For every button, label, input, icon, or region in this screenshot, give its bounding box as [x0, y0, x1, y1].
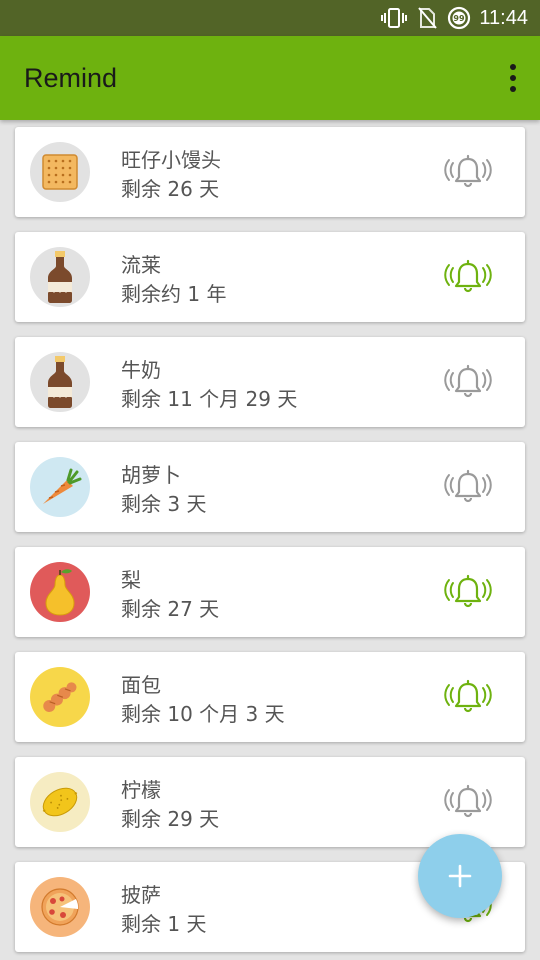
food-avatar	[30, 352, 90, 412]
list-item[interactable]: 牛奶剩余 11 个月 29 天	[15, 337, 525, 427]
carrot-icon	[43, 468, 82, 504]
list-item[interactable]: 面包剩余 10 个月 3 天	[15, 652, 525, 742]
pear-icon	[45, 569, 75, 616]
plus-icon	[448, 864, 472, 888]
list-item[interactable]: 梨剩余 27 天	[15, 547, 525, 637]
food-avatar	[30, 877, 90, 937]
item-remaining: 剩余 11 个月 29 天	[121, 387, 298, 411]
status-time: 11:44	[479, 6, 528, 29]
food-avatar	[30, 457, 90, 517]
item-remaining: 剩余约 1 年	[121, 282, 227, 306]
add-item-button[interactable]	[418, 834, 502, 918]
food-avatar	[30, 562, 90, 622]
food-avatar	[30, 772, 90, 832]
list-item[interactable]: 柠檬剩余 29 天	[15, 757, 525, 847]
vibrate-icon	[381, 7, 408, 29]
no-sim-icon	[417, 7, 438, 29]
item-remaining: 剩余 26 天	[121, 177, 220, 201]
item-remaining: 剩余 27 天	[121, 597, 220, 621]
food-avatar	[30, 667, 90, 727]
pizza-icon	[41, 888, 79, 926]
item-remaining: 剩余 3 天	[121, 492, 207, 516]
bell-ringing-icon[interactable]	[443, 678, 493, 716]
item-remaining: 剩余 29 天	[121, 807, 220, 831]
lemon-icon	[42, 787, 78, 817]
item-name: 披萨	[121, 883, 161, 907]
bell-icon[interactable]	[443, 363, 493, 401]
bell-ringing-icon[interactable]	[443, 258, 493, 296]
item-name: 牛奶	[121, 358, 161, 382]
item-name: 流莱	[121, 253, 161, 277]
bread-icon	[43, 682, 77, 712]
item-name: 面包	[121, 673, 161, 697]
item-remaining: 剩余 10 个月 3 天	[121, 702, 285, 726]
item-remaining: 剩余 1 天	[121, 912, 207, 936]
biscuit-icon	[42, 154, 78, 190]
item-name: 柠檬	[121, 778, 161, 802]
list-item[interactable]: 胡萝卜剩余 3 天	[15, 442, 525, 532]
notification-count: 99	[454, 14, 466, 23]
food-avatar	[30, 247, 90, 307]
item-name: 胡萝卜	[121, 463, 181, 487]
bottle-icon	[47, 251, 73, 303]
bell-ringing-icon[interactable]	[443, 573, 493, 611]
app-bar: Remind	[0, 36, 540, 120]
status-bar: 99 11:44	[0, 0, 540, 36]
list-item[interactable]: 流莱剩余约 1 年	[15, 232, 525, 322]
page-title: Remind	[24, 62, 118, 93]
more-vert-icon[interactable]	[508, 64, 518, 92]
bottle-icon	[47, 356, 73, 408]
list-item[interactable]: 旺仔小馒头剩余 26 天	[15, 127, 525, 217]
item-name: 旺仔小馒头	[121, 148, 221, 172]
bell-icon[interactable]	[443, 783, 493, 821]
bell-icon[interactable]	[443, 468, 493, 506]
item-name: 梨	[121, 568, 141, 592]
notification-badge-icon: 99	[447, 6, 471, 30]
bell-icon[interactable]	[443, 153, 493, 191]
food-avatar	[30, 142, 90, 202]
